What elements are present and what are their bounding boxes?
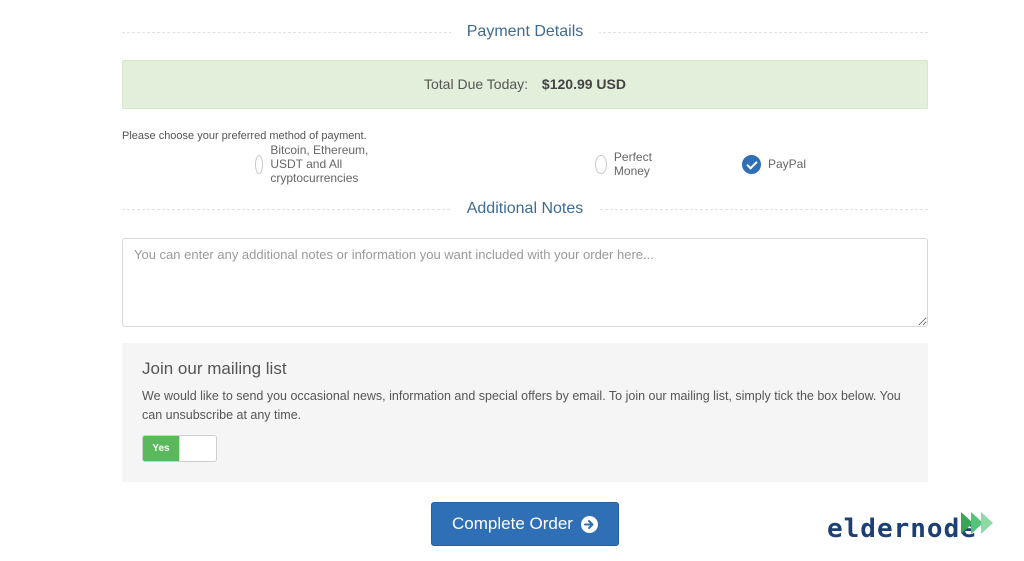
mailing-list-title: Join our mailing list	[142, 359, 287, 378]
total-due-box: Total Due Today: $120.99 USD	[122, 60, 928, 109]
payment-method-crypto[interactable]: Bitcoin, Ethereum, USDT and All cryptocu…	[255, 143, 369, 185]
payment-method-label: Perfect Money	[613, 150, 652, 178]
payment-method-label: Bitcoin, Ethereum, USDT and All cryptocu…	[270, 143, 369, 185]
mailing-list-panel: Join our mailing list We would like to s…	[122, 343, 928, 482]
payment-method-perfect-money[interactable]: Perfect Money	[595, 150, 659, 178]
payment-method-paypal[interactable]: PayPal	[742, 152, 806, 176]
toggle-knob	[179, 436, 216, 461]
additional-notes-header: Additional Notes	[122, 199, 928, 219]
payment-details-title: Payment Details	[450, 23, 600, 40]
mailing-list-toggle[interactable]: Yes	[142, 435, 217, 462]
total-label: Total Due Today:	[424, 76, 529, 92]
radio-crypto[interactable]	[255, 154, 264, 174]
additional-notes-title: Additional Notes	[450, 200, 600, 217]
payment-prompt: Please choose your preferred method of p…	[122, 130, 367, 142]
complete-order-button[interactable]: Complete Order	[431, 502, 619, 546]
eldernode-logo: eldernode	[827, 508, 997, 548]
notes-textarea[interactable]	[122, 238, 928, 327]
logo-play-icon	[961, 512, 993, 534]
payment-method-label: PayPal	[768, 157, 807, 171]
payment-details-header: Payment Details	[122, 22, 928, 42]
complete-order-label: Complete Order	[452, 514, 573, 533]
total-amount: $120.99 USD	[541, 76, 626, 92]
logo-wordmark: eldernode	[827, 514, 977, 544]
toggle-yes-label: Yes	[143, 436, 179, 461]
arrow-circle-right-icon	[580, 515, 598, 533]
radio-perfect-money[interactable]	[595, 154, 607, 174]
mailing-list-text: We would like to send you occasional new…	[142, 389, 901, 422]
radio-paypal-checked[interactable]	[742, 154, 761, 174]
